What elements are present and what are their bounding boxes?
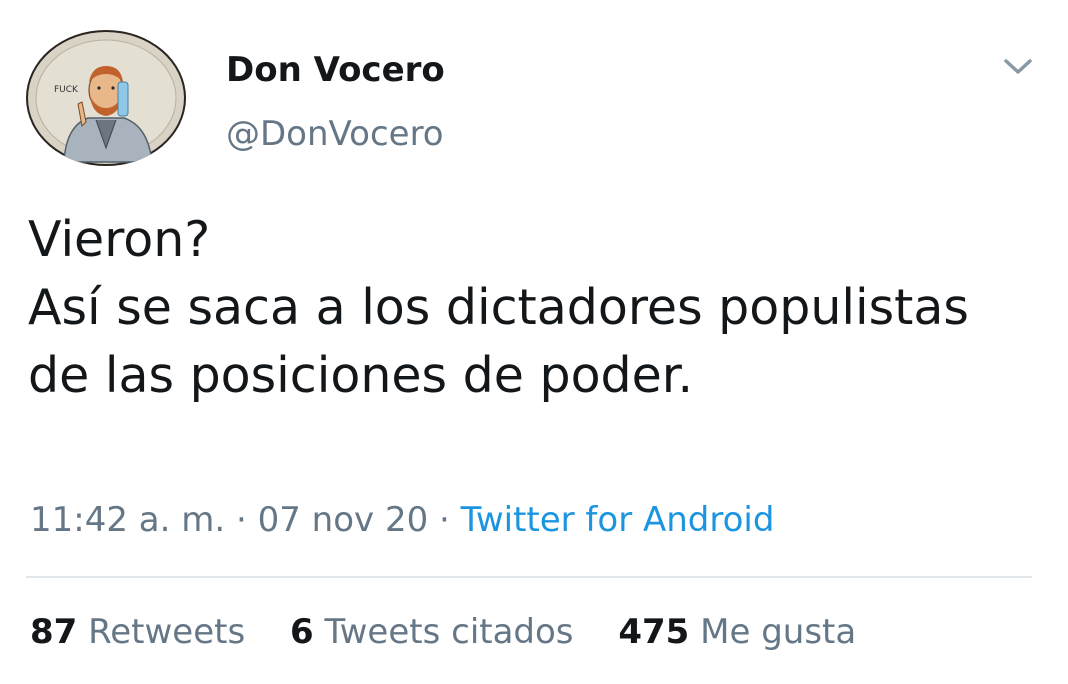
quote-tweets-stat[interactable]: 6 Tweets citados [290,608,574,656]
tweet-time[interactable]: 11:42 a. m. [30,500,225,540]
user-handle[interactable]: @DonVocero [226,110,444,158]
avatar-sign: FUCK [54,85,79,95]
chevron-down-icon [1004,59,1032,74]
tweet-text: Vieron? Así se saca a los dictadores pop… [28,211,969,404]
avatar[interactable]: FUCK [26,30,186,166]
tweet-stats: 87 Retweets 6 Tweets citados 475 Me gust… [30,608,856,656]
tweet-card: FUCK Don Vocero @DonVocero Vieron? Así s… [0,0,1068,684]
tweet-source-link[interactable]: Twitter for Android [461,500,775,540]
quote-tweets-label: Tweets citados [324,612,574,652]
retweets-stat[interactable]: 87 Retweets [30,608,245,656]
quote-tweets-count: 6 [290,612,314,652]
meta-separator: · [225,500,258,540]
avatar-image: FUCK [28,32,184,164]
retweets-count: 87 [30,612,78,652]
tweet-meta: 11:42 a. m. · 07 nov 20 · Twitter for An… [30,496,774,544]
display-name[interactable]: Don Vocero [226,46,445,94]
likes-stat[interactable]: 475 Me gusta [618,608,856,656]
tweet-menu-button[interactable] [1000,52,1036,82]
likes-label: Me gusta [700,612,857,652]
tweet-date[interactable]: 07 nov 20 [258,500,429,540]
likes-count: 475 [618,612,690,652]
retweets-label: Retweets [88,612,246,652]
meta-separator: · [428,500,461,540]
divider [26,576,1032,578]
